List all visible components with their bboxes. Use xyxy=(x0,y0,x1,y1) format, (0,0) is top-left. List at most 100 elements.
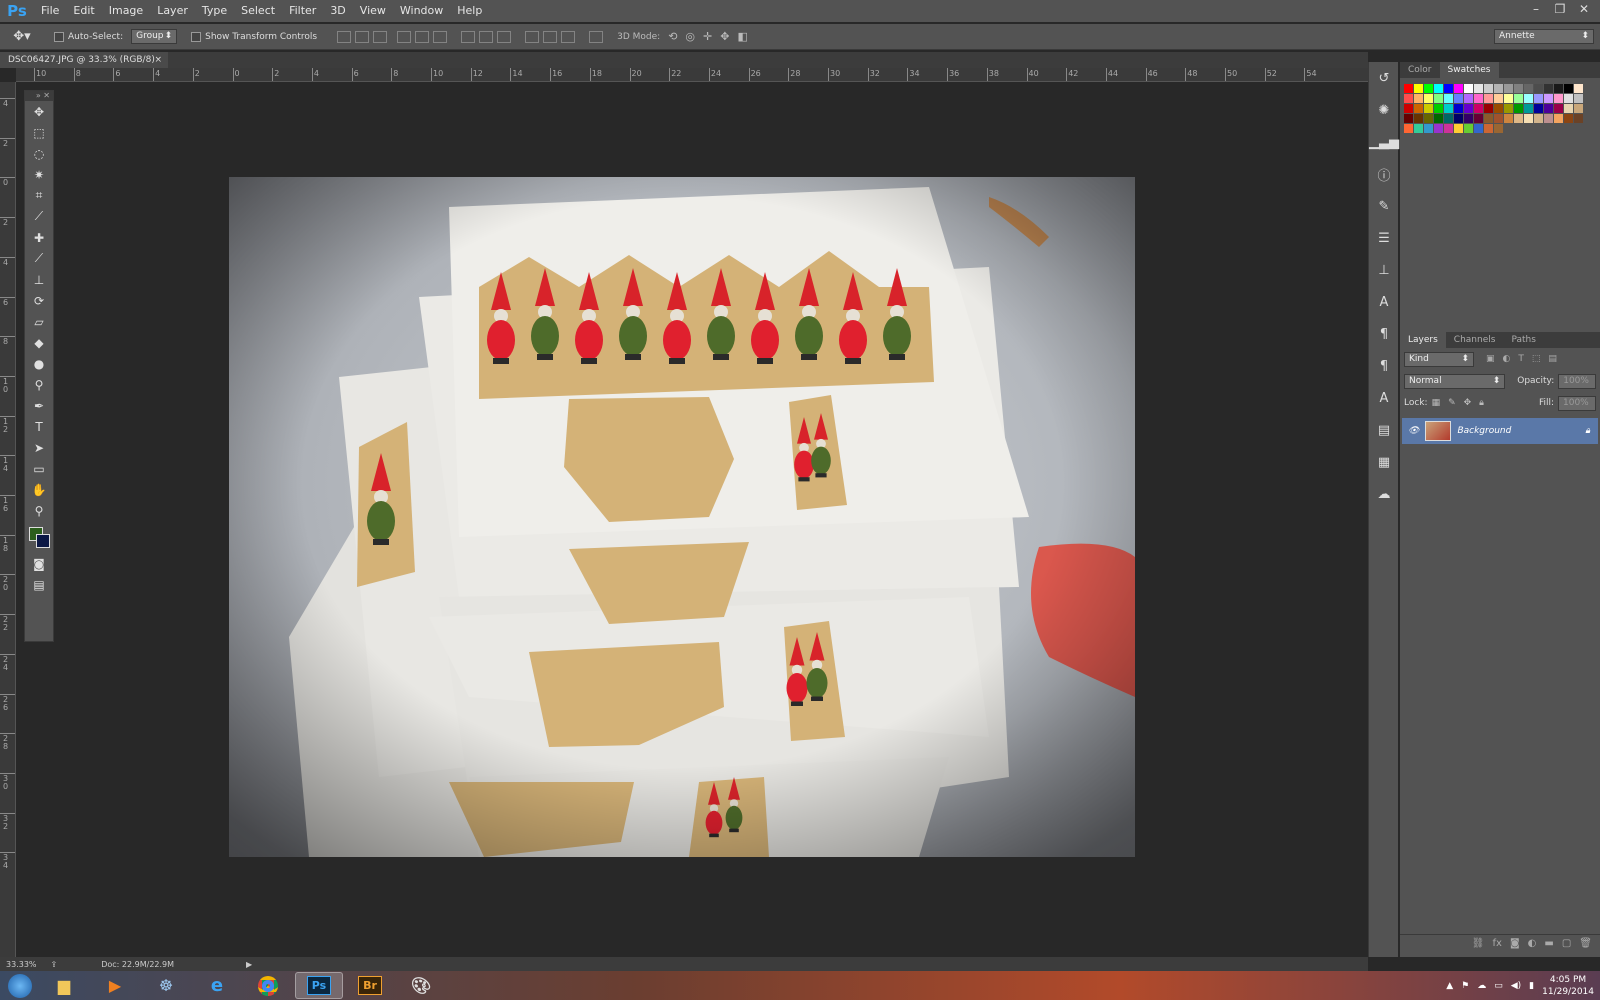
swatch[interactable] xyxy=(1414,104,1423,113)
distribute-left-icon[interactable] xyxy=(525,30,540,43)
lock-position-icon[interactable]: ✥ xyxy=(1464,398,1472,408)
swatch[interactable] xyxy=(1434,104,1443,113)
taskbar-network[interactable]: ☸ xyxy=(142,972,190,999)
dodge-tool-icon[interactable]: ⚲ xyxy=(25,374,53,395)
blur-tool-icon[interactable]: ● xyxy=(25,353,53,374)
move-tool-icon[interactable]: ✥ xyxy=(25,101,53,122)
move-tool-preset-icon[interactable]: ✥▾ xyxy=(0,29,44,44)
swatch[interactable] xyxy=(1504,84,1513,93)
distribute-hcenter-icon[interactable] xyxy=(543,30,558,43)
swatch[interactable] xyxy=(1414,94,1423,103)
swatch[interactable] xyxy=(1494,114,1503,123)
align-bottom-icon[interactable] xyxy=(433,30,448,43)
workspace-dropdown[interactable]: Annette ⬍ xyxy=(1494,29,1594,44)
swatch[interactable] xyxy=(1564,104,1573,113)
swatch[interactable] xyxy=(1504,104,1513,113)
export-icon[interactable]: ⇪ xyxy=(51,960,58,969)
menu-help[interactable]: Help xyxy=(450,0,489,22)
swatch[interactable] xyxy=(1444,94,1453,103)
taskbar-media[interactable]: ▶ xyxy=(91,972,139,999)
tab-color[interactable]: Color xyxy=(1400,62,1440,78)
type-tool-icon[interactable]: T xyxy=(25,416,53,437)
distribute-top-icon[interactable] xyxy=(461,30,476,43)
swatch[interactable] xyxy=(1464,84,1473,93)
swatch[interactable] xyxy=(1564,114,1573,123)
swatch[interactable] xyxy=(1414,84,1423,93)
close-tab-icon[interactable]: × xyxy=(154,52,162,68)
3d-slide-icon[interactable]: ✥ xyxy=(720,30,729,43)
new-group-icon[interactable]: ▬ xyxy=(1544,938,1553,949)
3d-pan-icon[interactable]: ✛ xyxy=(703,30,712,43)
new-adjustment-icon[interactable]: ◐ xyxy=(1528,938,1537,949)
swatch[interactable] xyxy=(1544,84,1553,93)
clock[interactable]: 4:05 PM 11/29/2014 xyxy=(1542,974,1594,998)
minimize-icon[interactable]: – xyxy=(1524,0,1548,18)
swatch[interactable] xyxy=(1444,84,1453,93)
notes-icon[interactable]: ▤ xyxy=(1369,414,1399,446)
align-left-icon[interactable] xyxy=(337,30,352,43)
opacity-field[interactable]: 100% xyxy=(1558,373,1596,389)
eyedropper-tool-icon[interactable]: ⟋ xyxy=(25,206,53,227)
paint-bucket-tool-icon[interactable]: ◆ xyxy=(25,332,53,353)
swatch[interactable] xyxy=(1474,94,1483,103)
swatch[interactable] xyxy=(1534,84,1543,93)
swatch[interactable] xyxy=(1514,94,1523,103)
transform-controls-checkbox[interactable] xyxy=(191,31,202,42)
quick-mask-icon[interactable]: ◙ xyxy=(25,553,53,574)
swatch[interactable] xyxy=(1454,124,1463,133)
swatch[interactable] xyxy=(1474,84,1483,93)
paragraph-styles-icon[interactable]: ¶ xyxy=(1369,350,1399,382)
swatch[interactable] xyxy=(1434,114,1443,123)
adjustments-icon[interactable]: ✺ xyxy=(1369,94,1399,126)
tray-expand-icon[interactable]: ▲ xyxy=(1446,981,1453,991)
swatch[interactable] xyxy=(1504,94,1513,103)
layer-style-icon[interactable]: fx xyxy=(1493,938,1502,949)
menu-window[interactable]: Window xyxy=(393,0,450,22)
taskbar-paint[interactable]: 🎨︎ xyxy=(397,972,445,999)
info-icon[interactable]: ⓘ xyxy=(1369,158,1399,190)
healing-brush-tool-icon[interactable]: ✚ xyxy=(25,227,53,248)
swatch[interactable] xyxy=(1524,94,1533,103)
swatch[interactable] xyxy=(1534,94,1543,103)
distribute-right-icon[interactable] xyxy=(561,30,576,43)
swatch[interactable] xyxy=(1514,84,1523,93)
layer-background[interactable]: 👁︎ Background 🔒︎ xyxy=(1402,418,1598,444)
swatch[interactable] xyxy=(1414,124,1423,133)
tab-layers[interactable]: Layers xyxy=(1400,332,1446,348)
swatch[interactable] xyxy=(1404,124,1413,133)
properties-icon[interactable]: ☰ xyxy=(1369,222,1399,254)
taskbar-photoshop[interactable]: Ps xyxy=(295,972,343,999)
tab-paths[interactable]: Paths xyxy=(1503,332,1543,348)
align-top-icon[interactable] xyxy=(397,30,412,43)
swatch[interactable] xyxy=(1544,114,1553,123)
swatch[interactable] xyxy=(1494,124,1503,133)
swatch[interactable] xyxy=(1494,104,1503,113)
restore-icon[interactable]: ❐ xyxy=(1548,0,1572,18)
menu-select[interactable]: Select xyxy=(234,0,282,22)
brush-tool-icon[interactable]: ⟋ xyxy=(25,248,53,269)
document-image[interactable] xyxy=(229,177,1135,857)
fill-field[interactable]: 100% xyxy=(1558,395,1596,411)
cloud-icon[interactable]: ☁ xyxy=(1477,981,1486,991)
swatch[interactable] xyxy=(1454,104,1463,113)
network-icon[interactable]: ▮ xyxy=(1529,981,1534,991)
lock-image-icon[interactable]: ✎ xyxy=(1448,398,1456,408)
menu-layer[interactable]: Layer xyxy=(150,0,195,22)
menu-filter[interactable]: Filter xyxy=(282,0,323,22)
swatch[interactable] xyxy=(1424,124,1433,133)
blend-mode-dropdown[interactable]: Normal ⬍ xyxy=(1404,373,1506,389)
swatch[interactable] xyxy=(1574,114,1583,123)
swatch[interactable] xyxy=(1464,114,1473,123)
taskbar-bridge[interactable]: Br xyxy=(346,972,394,999)
swatch[interactable] xyxy=(1474,114,1483,123)
swatch[interactable] xyxy=(1464,104,1473,113)
character-icon[interactable]: A xyxy=(1369,286,1399,318)
swatch[interactable] xyxy=(1434,124,1443,133)
3d-scale-icon[interactable]: ◧ xyxy=(737,30,747,43)
zoom-tool-icon[interactable]: ⚲ xyxy=(25,500,53,521)
clone-stamp-tool-icon[interactable]: ⊥ xyxy=(25,269,53,290)
rectangle-tool-icon[interactable]: ▭ xyxy=(25,458,53,479)
character-styles-icon[interactable]: A xyxy=(1369,382,1399,414)
swatch[interactable] xyxy=(1544,94,1553,103)
history-icon[interactable]: ↺ xyxy=(1369,62,1399,94)
